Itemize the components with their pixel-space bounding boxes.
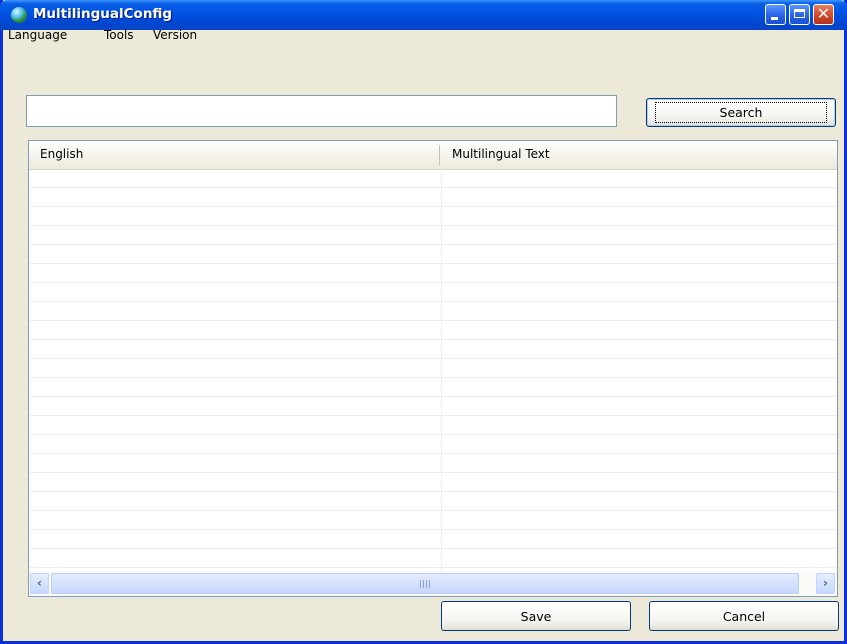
- chevron-left-icon: ‹: [37, 576, 42, 590]
- table-row[interactable]: [29, 416, 837, 435]
- menu-language[interactable]: Language: [8, 28, 67, 42]
- table-row[interactable]: [29, 283, 837, 302]
- chevron-right-icon: ›: [823, 576, 828, 590]
- table-row[interactable]: [29, 530, 837, 549]
- save-button[interactable]: Save: [441, 601, 631, 631]
- column-header-english[interactable]: English: [40, 147, 83, 161]
- cancel-button-label: Cancel: [722, 608, 766, 624]
- table-row[interactable]: [29, 511, 837, 530]
- table-row[interactable]: [29, 454, 837, 473]
- cancel-button[interactable]: Cancel: [649, 601, 839, 631]
- menu-version[interactable]: Version: [153, 28, 197, 42]
- grip-icon: [420, 580, 430, 588]
- scrollbar-thumb[interactable]: [51, 573, 799, 594]
- table-row[interactable]: [29, 378, 837, 397]
- search-button[interactable]: Search: [646, 98, 836, 127]
- table-row[interactable]: [29, 245, 837, 264]
- column-header-multilingual-text[interactable]: Multilingual Text: [452, 147, 550, 161]
- window-title: MultilingualConfig: [33, 6, 173, 22]
- minimize-button[interactable]: [765, 4, 786, 25]
- table-row[interactable]: [29, 321, 837, 340]
- table-body: [29, 169, 837, 568]
- table-row[interactable]: [29, 188, 837, 207]
- table-header: English Multilingual Text: [29, 141, 837, 170]
- search-button-label: Search: [654, 102, 828, 123]
- scroll-right-button[interactable]: ›: [816, 573, 835, 594]
- save-button-label: Save: [520, 608, 552, 624]
- table-row[interactable]: [29, 226, 837, 245]
- table-row[interactable]: [29, 207, 837, 226]
- menu-tools[interactable]: Tools: [104, 28, 134, 42]
- search-input[interactable]: [26, 95, 617, 127]
- table-row[interactable]: [29, 549, 837, 568]
- close-button[interactable]: ✕: [813, 4, 834, 25]
- title-bar[interactable]: MultilingualConfig ✕: [0, 0, 847, 30]
- scroll-left-button[interactable]: ‹: [30, 573, 49, 594]
- table-row[interactable]: [29, 169, 837, 188]
- horizontal-scrollbar[interactable]: ‹ ›: [29, 572, 837, 596]
- translation-table[interactable]: English Multilingual Text ‹ ›: [28, 140, 838, 597]
- close-icon: ✕: [816, 4, 831, 23]
- table-row[interactable]: [29, 302, 837, 321]
- table-row[interactable]: [29, 359, 837, 378]
- table-row[interactable]: [29, 473, 837, 492]
- table-row[interactable]: [29, 435, 837, 454]
- table-row[interactable]: [29, 264, 837, 283]
- table-row[interactable]: [29, 340, 837, 359]
- maximize-button[interactable]: [789, 4, 810, 25]
- table-row[interactable]: [29, 397, 837, 416]
- globe-icon: [11, 7, 27, 23]
- column-divider[interactable]: [439, 145, 440, 165]
- table-row[interactable]: [29, 492, 837, 511]
